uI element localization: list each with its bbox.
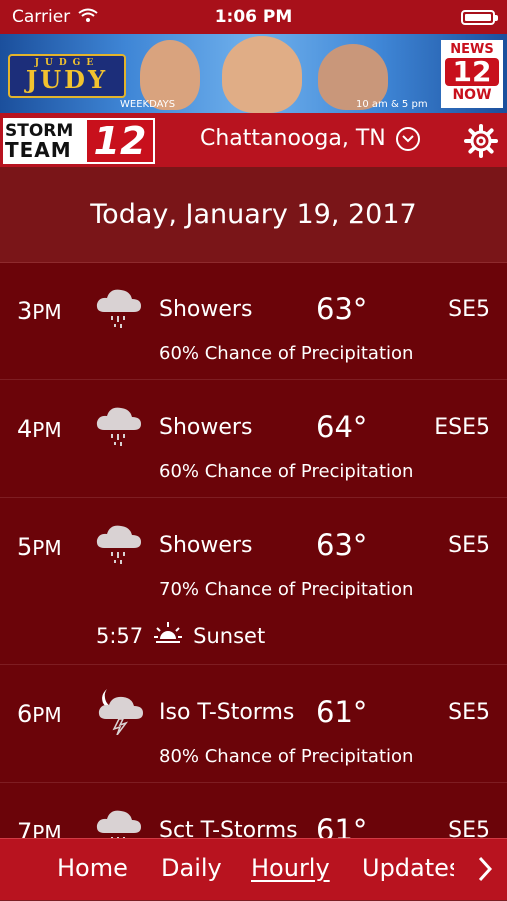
hour-precipitation: 80% Chance of Precipitation: [159, 746, 414, 767]
sunset-icon: [153, 620, 183, 651]
hour-temperature: 63°: [316, 528, 368, 562]
showers-icon: [94, 286, 144, 334]
chevron-down-icon: [395, 126, 420, 151]
carrier-label: Carrier: [12, 7, 71, 27]
status-bar: Carrier 1:06 PM: [0, 0, 507, 34]
battery-icon: [461, 9, 498, 25]
wifi-icon: [78, 7, 98, 27]
news-logo: NEWS 12 NOW: [441, 40, 503, 108]
location-label: Chattanooga, TN: [200, 126, 386, 151]
tab-home[interactable]: Home: [57, 854, 128, 882]
chevron-right-icon[interactable]: [477, 855, 493, 889]
showers-icon: [94, 522, 144, 570]
hour-row: 5PM Showers 63° SE5 70% Chance of Precip…: [0, 498, 507, 665]
bottom-tab-bar: Home Daily Hourly Updates: [0, 838, 507, 900]
tab-hourly[interactable]: Hourly: [251, 854, 330, 882]
hour-time: 6PM: [17, 700, 62, 728]
app-header: STORM TEAM 12 Chattanooga, TN: [0, 113, 507, 167]
storm-team-logo: STORM TEAM 12: [3, 118, 158, 164]
hour-time: 5PM: [17, 533, 62, 561]
hourly-forecast-list: 3PM Showers 63° SE5 60% Chance of Precip…: [0, 262, 507, 901]
ad-host-image: [222, 36, 302, 113]
hour-row: 6PM Iso T-Storms 61° SE5 80% Chance of P…: [0, 665, 507, 783]
date-header: Today, January 19, 2017: [0, 167, 507, 263]
ad-times: 10 am & 5 pm: [356, 99, 428, 110]
hour-time: 3PM: [17, 297, 62, 325]
hour-wind: ESE5: [434, 415, 490, 440]
hour-wind: SE5: [448, 533, 490, 558]
hour-condition: Showers: [159, 533, 253, 558]
hour-row: 3PM Showers 63° SE5 60% Chance of Precip…: [0, 262, 507, 380]
hour-time: 4PM: [17, 415, 62, 443]
hour-precipitation: 60% Chance of Precipitation: [159, 343, 414, 364]
ad-banner[interactable]: JUDGE JUDY WEEKDAYS 10 am & 5 pm NEWS 12…: [0, 34, 507, 113]
sunset-time: 5:57: [96, 623, 144, 648]
hour-temperature: 64°: [316, 410, 368, 444]
tab-daily[interactable]: Daily: [161, 854, 222, 882]
hour-condition: Iso T-Storms: [159, 700, 295, 725]
hour-condition: Showers: [159, 297, 253, 322]
sunset-label: Sunset: [193, 623, 266, 648]
show-logo: JUDGE JUDY: [8, 54, 126, 98]
date-label: Today, January 19, 2017: [90, 199, 417, 230]
ad-weekdays: WEEKDAYS: [120, 99, 176, 110]
sunset-info: 5:57 Sunset: [96, 620, 265, 651]
tab-updates[interactable]: Updates: [362, 854, 454, 882]
hour-temperature: 63°: [316, 292, 368, 326]
hour-row: 4PM Showers 64° ESE5 60% Chance of Preci…: [0, 380, 507, 498]
thunderstorm-icon: [94, 685, 146, 739]
hour-condition: Showers: [159, 415, 253, 440]
showers-icon: [94, 404, 144, 452]
hour-wind: SE5: [448, 297, 490, 322]
hour-temperature: 61°: [316, 695, 368, 729]
hour-precipitation: 70% Chance of Precipitation: [159, 579, 414, 600]
hour-wind: SE5: [448, 700, 490, 725]
hour-precipitation: 60% Chance of Precipitation: [159, 461, 414, 482]
location-selector[interactable]: Chattanooga, TN: [200, 126, 420, 151]
gear-icon[interactable]: [464, 124, 498, 162]
